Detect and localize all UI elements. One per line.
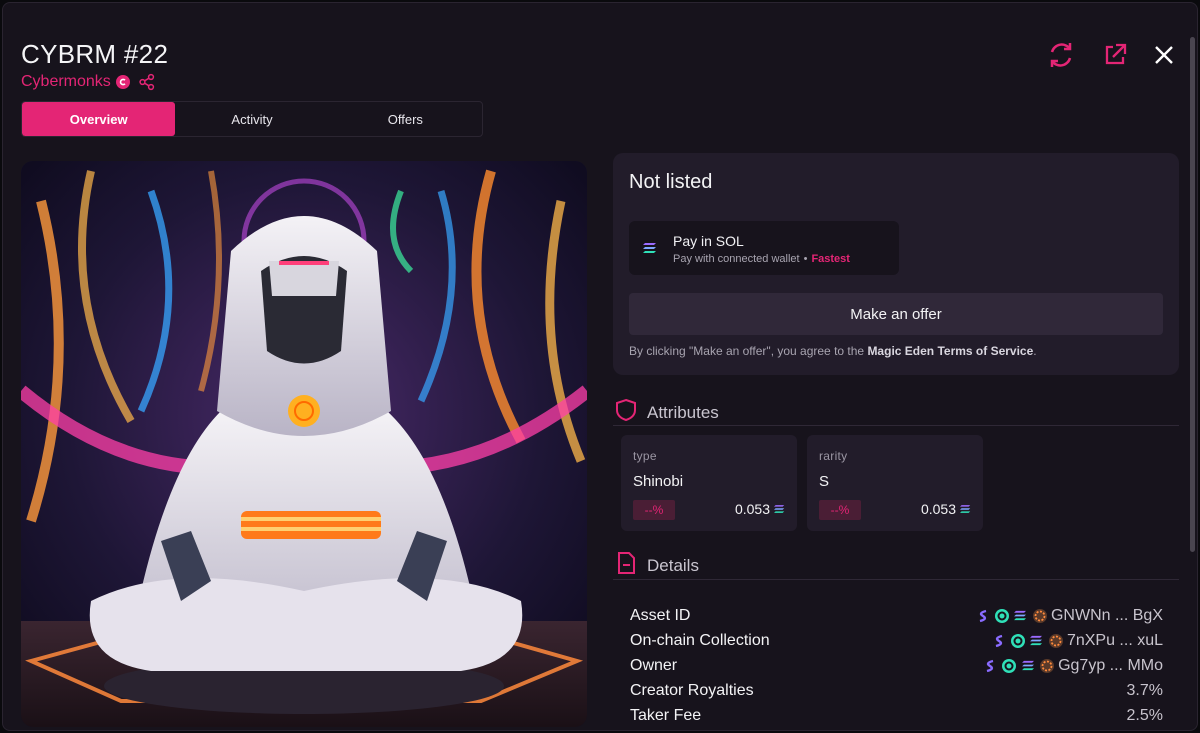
detail-label: On-chain Collection [630,631,770,649]
collection-row: Cybermonks [21,73,156,91]
detail-row-taker-fee: Taker Fee 2.5% [630,703,1163,728]
magic-eden-scan-icon[interactable] [1001,658,1017,674]
tab-overview[interactable]: Overview [22,102,176,136]
detail-value-text: 3.7% [1126,681,1163,699]
detail-value: GNWNn ... BgX [975,607,1163,625]
refresh-icon[interactable] [1045,39,1077,71]
terms-link[interactable]: Magic Eden Terms of Service [867,344,1033,358]
attribute-floor-price: 0.053 [735,501,785,517]
pay-subtitle: Pay with connected wallet • Fastest [673,253,850,265]
verified-icon [115,75,130,89]
detail-value-text: Gg7yp ... MMo [1058,656,1163,674]
detail-value: 7nXPu ... xuL [991,632,1163,650]
attribute-floor-price: 0.053 [921,501,971,517]
attribute-percent-badge: --% [633,500,675,520]
detail-row-creator-royalties: Creator Royalties 3.7% [630,678,1163,703]
attribute-card-type[interactable]: type Shinobi --% 0.053 [621,435,797,531]
details-divider [613,579,1179,580]
attribute-price-value: 0.053 [920,501,956,517]
attribute-price-value: 0.053 [734,501,770,517]
detail-label: Taker Fee [630,706,702,724]
solscan-icon[interactable] [1039,658,1055,674]
attribute-percent-badge: --% [819,500,861,520]
solana-icon [643,241,657,259]
attributes-heading: Attributes [615,398,719,427]
solana-icon[interactable] [1013,608,1029,624]
attribute-card-rarity[interactable]: rarity S --% 0.053 [807,435,983,531]
document-icon [615,551,637,580]
details-list: Asset ID GNWNn ... BgX On-chain Collecti… [630,603,1163,728]
terms-suffix: . [1033,344,1037,358]
details-heading: Details [615,551,699,580]
solscan-icon[interactable] [1048,633,1064,649]
attributes-divider [613,425,1179,426]
tab-bar: Overview Activity Offers [21,101,483,137]
magic-eden-scan-icon[interactable] [994,608,1010,624]
detail-label: Asset ID [630,606,691,624]
detail-row-onchain-collection: On-chain Collection 7nXPu ... xuL [630,628,1163,653]
attribute-value: Shinobi [633,473,684,490]
solscan-icon[interactable] [1032,608,1048,624]
explorer-link-icon[interactable] [975,608,991,624]
detail-row-asset-id: Asset ID GNWNn ... BgX [630,603,1163,628]
header-actions [1045,39,1175,71]
attribute-type: type [633,449,657,463]
explorer-link-icon[interactable] [991,633,1007,649]
terms-prefix: By clicking "Make an offer", you agree t… [629,344,868,358]
listing-status: Not listed [629,171,713,193]
make-offer-button[interactable]: Make an offer [629,293,1163,335]
solana-icon[interactable] [1020,658,1036,674]
detail-value: Gg7yp ... MMo [982,657,1163,675]
purchase-panel: Not listed Pay in SOL Pay with connected… [613,153,1179,375]
collection-link[interactable]: Cybermonks [21,73,111,91]
fastest-badge: Fastest [811,253,850,265]
detail-value-text: 7nXPu ... xuL [1066,631,1163,649]
magic-eden-scan-icon[interactable] [1010,633,1026,649]
solana-icon[interactable] [1029,633,1045,649]
scrollbar[interactable] [1190,37,1195,552]
attribute-value: S [819,473,830,490]
details-title: Details [647,555,699,575]
attribute-type: rarity [819,449,848,463]
explorer-link-icon[interactable] [982,658,998,674]
page-title: CYBRM #22 [21,39,169,69]
detail-row-owner: Owner Gg7yp ... MMo [630,653,1163,678]
attributes-title: Attributes [647,402,719,422]
detail-value-text: GNWNn ... BgX [1050,606,1163,624]
shield-icon [615,398,637,427]
terms-text: By clicking "Make an offer", you agree t… [629,344,1037,358]
pay-title: Pay in SOL [673,233,744,249]
detail-label: Owner [630,656,678,674]
close-icon[interactable] [1153,44,1175,66]
tab-activity[interactable]: Activity [175,102,328,136]
nft-artwork-image [21,161,587,727]
solana-icon [774,501,785,517]
detail-label: Creator Royalties [630,681,754,699]
pay-separator: • [803,253,808,265]
detail-value-text: 2.5% [1126,706,1163,724]
nft-detail-modal: CYBRM #22 Cybermonks Overview Activity O… [2,2,1198,731]
tab-offers[interactable]: Offers [329,102,482,136]
share-icon[interactable] [138,73,156,91]
solana-icon [960,501,971,517]
pay-in-sol-option[interactable]: Pay in SOL Pay with connected wallet • Fas… [629,221,899,275]
pay-subtitle-text: Pay with connected wallet [673,253,800,265]
external-link-icon[interactable] [1101,41,1129,69]
